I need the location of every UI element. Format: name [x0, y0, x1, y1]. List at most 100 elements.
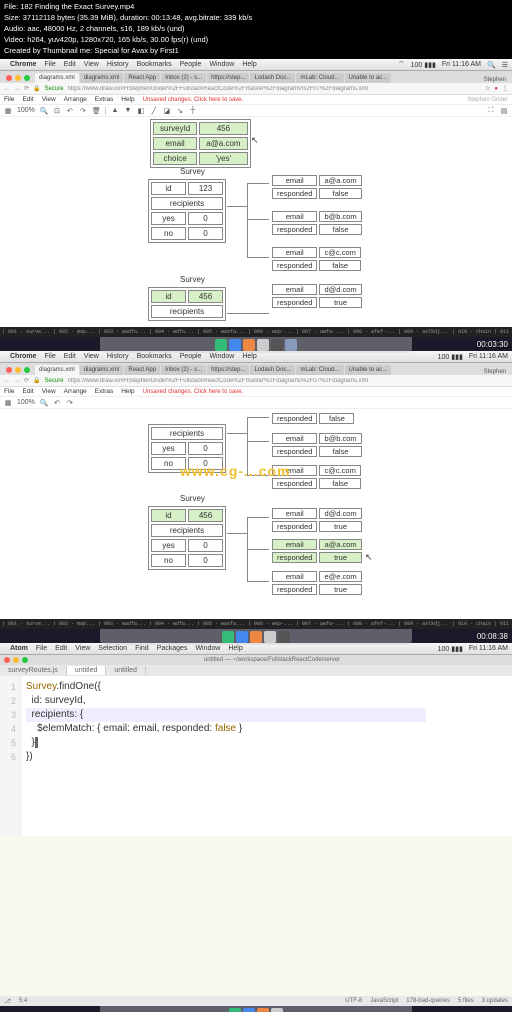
tab-inbox[interactable]: Inbox (2) - s...: [161, 73, 206, 83]
forward-icon[interactable]: →: [14, 86, 20, 92]
menu-edit[interactable]: Edit: [55, 645, 67, 652]
dock-app-icon[interactable]: [236, 631, 248, 643]
menu-file[interactable]: File: [36, 645, 47, 652]
dock-app-icon[interactable]: [264, 631, 276, 643]
git-branch[interactable]: 178-bad-queries: [406, 998, 450, 1004]
tab-lodash[interactable]: Lodash Doc...: [250, 73, 295, 83]
menu-find[interactable]: Find: [135, 645, 149, 652]
menu-bookmarks[interactable]: Bookmarks: [137, 61, 172, 68]
connection-icon[interactable]: ↘: [176, 107, 184, 115]
tab-untitled-1[interactable]: untitled: [67, 666, 107, 675]
recipient-pair[interactable]: emaila@a.comrespondedfalse: [270, 173, 364, 201]
toggle-sidebar-icon[interactable]: ▦: [4, 107, 12, 115]
recipient-pair[interactable]: emaile@e.comrespondedtrue: [270, 569, 364, 597]
recipient-pair[interactable]: emaild@d.comrespondedtrue: [270, 506, 364, 534]
recipient-pair-highlighted[interactable]: emaila@a.comrespondedtrue: [270, 537, 364, 565]
drawio-edit[interactable]: Edit: [22, 96, 33, 103]
clock[interactable]: Fri 11:16 AM: [469, 353, 508, 360]
drawio-extras[interactable]: Extras: [95, 96, 113, 103]
survey-table-2[interactable]: id456 recipients: [148, 287, 226, 321]
tab-untitled-2[interactable]: untitled: [106, 666, 146, 675]
battery-icon[interactable]: 100 ▮▮▮: [438, 645, 463, 653]
star-icon[interactable]: ☆: [485, 85, 490, 92]
url-field[interactable]: https://www.draw.io/#HStephenGrider%2FFu…: [68, 378, 508, 384]
survey-table-1[interactable]: id123 recipients yes0 no0: [148, 179, 226, 243]
battery-icon[interactable]: 100 ▮▮▮: [411, 61, 436, 69]
drawio-file[interactable]: File: [4, 388, 14, 395]
git-files[interactable]: 5 files: [458, 998, 474, 1004]
waypoint-icon[interactable]: ┼: [189, 107, 197, 115]
tab-stephen[interactable]: https://step...: [207, 365, 249, 375]
macos-dock[interactable]: [100, 337, 412, 353]
forward-icon[interactable]: →: [14, 378, 20, 384]
drawio-view[interactable]: View: [42, 388, 56, 395]
recipient-pair[interactable]: emailc@c.comrespondedfalse: [270, 245, 363, 273]
fill-icon[interactable]: ◧: [137, 107, 145, 115]
menu-help[interactable]: Help: [228, 645, 242, 652]
menu-people[interactable]: People: [180, 353, 202, 360]
recipient-pair[interactable]: emailb@b.comrespondedfalse: [270, 431, 364, 459]
dock-app-icon[interactable]: [271, 1008, 283, 1012]
tab-lodash[interactable]: Lodash Doc...: [250, 365, 295, 375]
wifi-icon[interactable]: ⌔: [398, 60, 405, 69]
macos-dock[interactable]: [100, 629, 412, 645]
tab-diagrams-2[interactable]: diagrams.xml: [80, 365, 124, 375]
chrome-profile[interactable]: Stephen: [480, 77, 510, 83]
menu-selection[interactable]: Selection: [98, 645, 127, 652]
drawio-edit[interactable]: Edit: [22, 388, 33, 395]
tab-mlab[interactable]: mLab: Cloud...: [296, 73, 343, 83]
menu-people[interactable]: People: [180, 61, 202, 68]
tab-surveyroutes[interactable]: surveyRoutes.js: [0, 666, 67, 675]
drawio-canvas-1[interactable]: surveyId456 emaila@a.com choice'yes' ↖ S…: [0, 117, 512, 327]
tab-react-app[interactable]: React App: [124, 73, 160, 83]
menu-window[interactable]: Window: [209, 353, 234, 360]
dock-app-icon[interactable]: [243, 339, 255, 351]
zoom-level[interactable]: 100%: [17, 399, 35, 406]
dock-app-icon[interactable]: [257, 339, 269, 351]
recipient-pair[interactable]: emaild@d.comrespondedtrue: [270, 282, 364, 310]
shadow-icon[interactable]: ◪: [163, 107, 171, 115]
menu-packages[interactable]: Packages: [157, 645, 188, 652]
close-window-icon[interactable]: [6, 75, 12, 81]
menu-help[interactable]: Help: [242, 61, 256, 68]
minimize-window-icon[interactable]: [15, 367, 21, 373]
finder-icon[interactable]: [222, 631, 234, 643]
tab-react-app[interactable]: React App: [124, 365, 160, 375]
zoom-fit-icon[interactable]: ⊡: [53, 107, 61, 115]
dock-app-icon[interactable]: [257, 1008, 269, 1012]
selected-record-table[interactable]: surveyId456 emaila@a.com choice'yes': [150, 119, 251, 168]
notification-icon[interactable]: ☰: [502, 61, 508, 69]
macos-dock[interactable]: [100, 1006, 412, 1012]
close-window-icon[interactable]: [6, 367, 12, 373]
menu-edit[interactable]: Edit: [64, 353, 76, 360]
maximize-window-icon[interactable]: [24, 75, 30, 81]
drawio-file[interactable]: File: [4, 96, 14, 103]
tab-mlab[interactable]: mLab: Cloud...: [296, 365, 343, 375]
drawio-help[interactable]: Help: [121, 388, 134, 395]
app-name[interactable]: Atom: [10, 645, 28, 652]
zoom-level[interactable]: 100%: [17, 107, 35, 114]
encoding[interactable]: UTF-8: [345, 998, 362, 1004]
menu-history[interactable]: History: [107, 61, 129, 68]
menu-history[interactable]: History: [107, 353, 129, 360]
back-icon2[interactable]: ▼: [124, 107, 132, 115]
drawio-extras[interactable]: Extras: [95, 388, 113, 395]
unsaved-notice[interactable]: Unsaved changes. Click here to save.: [143, 97, 244, 103]
dock-app-icon[interactable]: [285, 339, 297, 351]
chrome-profile[interactable]: Stephen: [480, 369, 510, 375]
minimize-window-icon[interactable]: [13, 657, 19, 663]
reload-icon[interactable]: ⟳: [24, 377, 29, 384]
zoom-in-icon[interactable]: 🔍: [40, 399, 48, 407]
finder-icon[interactable]: [229, 1008, 241, 1012]
tab-inbox[interactable]: Inbox (2) - s...: [161, 365, 206, 375]
menu-view[interactable]: View: [84, 353, 99, 360]
drawio-view[interactable]: View: [42, 96, 56, 103]
dock-app-icon[interactable]: [250, 631, 262, 643]
close-window-icon[interactable]: [4, 657, 10, 663]
finder-icon[interactable]: [215, 339, 227, 351]
undo-icon[interactable]: ↶: [66, 107, 74, 115]
code-editor-content[interactable]: Survey.findOne({ id: surveyId, recipient…: [22, 676, 430, 836]
survey-table-3[interactable]: id456 recipients yes0 no0: [148, 506, 226, 570]
undo-icon[interactable]: ↶: [53, 399, 61, 407]
clock[interactable]: Fri 11:16 AM: [442, 61, 481, 68]
